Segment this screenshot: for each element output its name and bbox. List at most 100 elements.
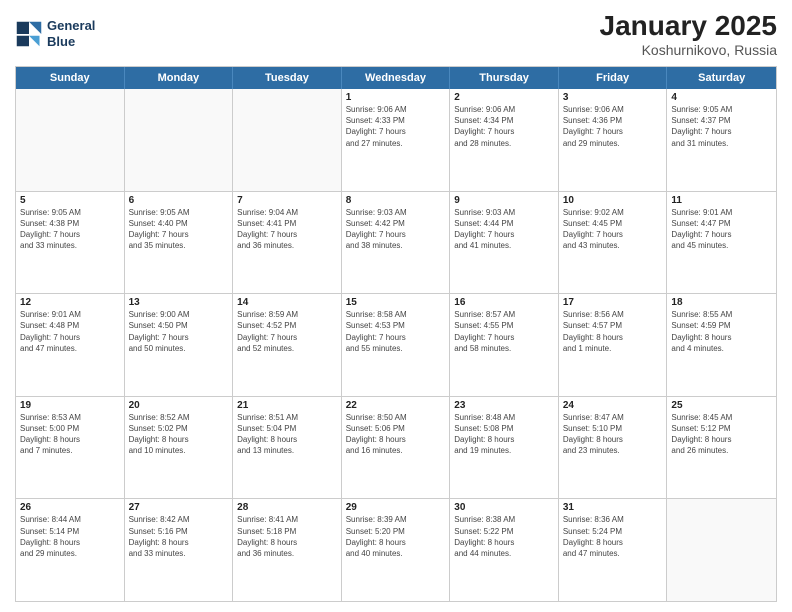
day-info: Sunrise: 8:52 AM Sunset: 5:02 PM Dayligh… bbox=[129, 412, 229, 457]
logo-text: General Blue bbox=[47, 18, 95, 49]
day-number: 28 bbox=[237, 502, 337, 513]
day-info: Sunrise: 9:01 AM Sunset: 4:48 PM Dayligh… bbox=[20, 309, 120, 354]
day-headers: SundayMondayTuesdayWednesdayThursdayFrid… bbox=[16, 67, 776, 89]
logo: General Blue bbox=[15, 18, 95, 49]
day-number: 6 bbox=[129, 195, 229, 206]
day-number: 3 bbox=[563, 92, 663, 103]
day-cell-5-4: 29Sunrise: 8:39 AM Sunset: 5:20 PM Dayli… bbox=[342, 499, 451, 601]
day-number: 7 bbox=[237, 195, 337, 206]
day-cell-4-1: 19Sunrise: 8:53 AM Sunset: 5:00 PM Dayli… bbox=[16, 397, 125, 499]
day-cell-3-2: 13Sunrise: 9:00 AM Sunset: 4:50 PM Dayli… bbox=[125, 294, 234, 396]
day-number: 8 bbox=[346, 195, 446, 206]
day-cell-1-5: 2Sunrise: 9:06 AM Sunset: 4:34 PM Daylig… bbox=[450, 89, 559, 191]
day-cell-5-3: 28Sunrise: 8:41 AM Sunset: 5:18 PM Dayli… bbox=[233, 499, 342, 601]
day-info: Sunrise: 8:47 AM Sunset: 5:10 PM Dayligh… bbox=[563, 412, 663, 457]
day-info: Sunrise: 9:02 AM Sunset: 4:45 PM Dayligh… bbox=[563, 207, 663, 252]
day-cell-4-2: 20Sunrise: 8:52 AM Sunset: 5:02 PM Dayli… bbox=[125, 397, 234, 499]
logo-line2: Blue bbox=[47, 34, 95, 50]
day-info: Sunrise: 8:55 AM Sunset: 4:59 PM Dayligh… bbox=[671, 309, 772, 354]
day-number: 12 bbox=[20, 297, 120, 308]
day-cell-2-3: 7Sunrise: 9:04 AM Sunset: 4:41 PM Daylig… bbox=[233, 192, 342, 294]
day-number: 10 bbox=[563, 195, 663, 206]
day-info: Sunrise: 8:39 AM Sunset: 5:20 PM Dayligh… bbox=[346, 514, 446, 559]
day-cell-4-6: 24Sunrise: 8:47 AM Sunset: 5:10 PM Dayli… bbox=[559, 397, 668, 499]
day-cell-1-6: 3Sunrise: 9:06 AM Sunset: 4:36 PM Daylig… bbox=[559, 89, 668, 191]
day-info: Sunrise: 8:48 AM Sunset: 5:08 PM Dayligh… bbox=[454, 412, 554, 457]
day-info: Sunrise: 8:53 AM Sunset: 5:00 PM Dayligh… bbox=[20, 412, 120, 457]
logo-line1: General bbox=[47, 18, 95, 34]
week-row-4: 19Sunrise: 8:53 AM Sunset: 5:00 PM Dayli… bbox=[16, 397, 776, 500]
day-header-tuesday: Tuesday bbox=[233, 67, 342, 89]
day-header-thursday: Thursday bbox=[450, 67, 559, 89]
day-info: Sunrise: 9:05 AM Sunset: 4:37 PM Dayligh… bbox=[671, 104, 772, 149]
week-row-2: 5Sunrise: 9:05 AM Sunset: 4:38 PM Daylig… bbox=[16, 192, 776, 295]
day-info: Sunrise: 8:58 AM Sunset: 4:53 PM Dayligh… bbox=[346, 309, 446, 354]
page: General Blue January 2025 Koshurnikovo, … bbox=[0, 0, 792, 612]
day-header-sunday: Sunday bbox=[16, 67, 125, 89]
day-info: Sunrise: 8:57 AM Sunset: 4:55 PM Dayligh… bbox=[454, 309, 554, 354]
day-info: Sunrise: 9:04 AM Sunset: 4:41 PM Dayligh… bbox=[237, 207, 337, 252]
day-cell-3-4: 15Sunrise: 8:58 AM Sunset: 4:53 PM Dayli… bbox=[342, 294, 451, 396]
calendar-subtitle: Koshurnikovo, Russia bbox=[600, 42, 777, 58]
day-info: Sunrise: 9:00 AM Sunset: 4:50 PM Dayligh… bbox=[129, 309, 229, 354]
day-number: 26 bbox=[20, 502, 120, 513]
day-info: Sunrise: 8:59 AM Sunset: 4:52 PM Dayligh… bbox=[237, 309, 337, 354]
day-info: Sunrise: 8:45 AM Sunset: 5:12 PM Dayligh… bbox=[671, 412, 772, 457]
day-number: 18 bbox=[671, 297, 772, 308]
day-number: 15 bbox=[346, 297, 446, 308]
calendar-body: 1Sunrise: 9:06 AM Sunset: 4:33 PM Daylig… bbox=[16, 89, 776, 601]
day-info: Sunrise: 9:03 AM Sunset: 4:42 PM Dayligh… bbox=[346, 207, 446, 252]
day-header-wednesday: Wednesday bbox=[342, 67, 451, 89]
week-row-5: 26Sunrise: 8:44 AM Sunset: 5:14 PM Dayli… bbox=[16, 499, 776, 601]
day-cell-4-4: 22Sunrise: 8:50 AM Sunset: 5:06 PM Dayli… bbox=[342, 397, 451, 499]
day-number: 17 bbox=[563, 297, 663, 308]
day-header-saturday: Saturday bbox=[667, 67, 776, 89]
day-cell-4-5: 23Sunrise: 8:48 AM Sunset: 5:08 PM Dayli… bbox=[450, 397, 559, 499]
day-cell-2-5: 9Sunrise: 9:03 AM Sunset: 4:44 PM Daylig… bbox=[450, 192, 559, 294]
day-header-monday: Monday bbox=[125, 67, 234, 89]
day-number: 9 bbox=[454, 195, 554, 206]
day-info: Sunrise: 8:56 AM Sunset: 4:57 PM Dayligh… bbox=[563, 309, 663, 354]
day-info: Sunrise: 8:50 AM Sunset: 5:06 PM Dayligh… bbox=[346, 412, 446, 457]
day-number: 21 bbox=[237, 400, 337, 411]
day-header-friday: Friday bbox=[559, 67, 668, 89]
day-cell-2-6: 10Sunrise: 9:02 AM Sunset: 4:45 PM Dayli… bbox=[559, 192, 668, 294]
day-cell-1-4: 1Sunrise: 9:06 AM Sunset: 4:33 PM Daylig… bbox=[342, 89, 451, 191]
day-cell-3-5: 16Sunrise: 8:57 AM Sunset: 4:55 PM Dayli… bbox=[450, 294, 559, 396]
day-number: 30 bbox=[454, 502, 554, 513]
day-number: 25 bbox=[671, 400, 772, 411]
day-cell-1-2 bbox=[125, 89, 234, 191]
day-number: 1 bbox=[346, 92, 446, 103]
day-cell-1-1 bbox=[16, 89, 125, 191]
day-cell-3-7: 18Sunrise: 8:55 AM Sunset: 4:59 PM Dayli… bbox=[667, 294, 776, 396]
day-info: Sunrise: 8:51 AM Sunset: 5:04 PM Dayligh… bbox=[237, 412, 337, 457]
day-cell-4-7: 25Sunrise: 8:45 AM Sunset: 5:12 PM Dayli… bbox=[667, 397, 776, 499]
day-number: 23 bbox=[454, 400, 554, 411]
day-info: Sunrise: 8:42 AM Sunset: 5:16 PM Dayligh… bbox=[129, 514, 229, 559]
day-cell-2-4: 8Sunrise: 9:03 AM Sunset: 4:42 PM Daylig… bbox=[342, 192, 451, 294]
day-cell-1-7: 4Sunrise: 9:05 AM Sunset: 4:37 PM Daylig… bbox=[667, 89, 776, 191]
day-number: 29 bbox=[346, 502, 446, 513]
day-info: Sunrise: 9:01 AM Sunset: 4:47 PM Dayligh… bbox=[671, 207, 772, 252]
day-cell-2-7: 11Sunrise: 9:01 AM Sunset: 4:47 PM Dayli… bbox=[667, 192, 776, 294]
day-info: Sunrise: 8:38 AM Sunset: 5:22 PM Dayligh… bbox=[454, 514, 554, 559]
day-cell-3-6: 17Sunrise: 8:56 AM Sunset: 4:57 PM Dayli… bbox=[559, 294, 668, 396]
day-number: 2 bbox=[454, 92, 554, 103]
day-number: 16 bbox=[454, 297, 554, 308]
day-info: Sunrise: 8:44 AM Sunset: 5:14 PM Dayligh… bbox=[20, 514, 120, 559]
day-number: 11 bbox=[671, 195, 772, 206]
day-number: 4 bbox=[671, 92, 772, 103]
day-number: 19 bbox=[20, 400, 120, 411]
day-info: Sunrise: 9:06 AM Sunset: 4:34 PM Dayligh… bbox=[454, 104, 554, 149]
day-cell-5-5: 30Sunrise: 8:38 AM Sunset: 5:22 PM Dayli… bbox=[450, 499, 559, 601]
day-cell-1-3 bbox=[233, 89, 342, 191]
day-number: 20 bbox=[129, 400, 229, 411]
title-section: January 2025 Koshurnikovo, Russia bbox=[600, 10, 777, 58]
day-number: 24 bbox=[563, 400, 663, 411]
day-info: Sunrise: 9:06 AM Sunset: 4:36 PM Dayligh… bbox=[563, 104, 663, 149]
week-row-3: 12Sunrise: 9:01 AM Sunset: 4:48 PM Dayli… bbox=[16, 294, 776, 397]
day-number: 22 bbox=[346, 400, 446, 411]
day-number: 31 bbox=[563, 502, 663, 513]
week-row-1: 1Sunrise: 9:06 AM Sunset: 4:33 PM Daylig… bbox=[16, 89, 776, 192]
day-cell-5-1: 26Sunrise: 8:44 AM Sunset: 5:14 PM Dayli… bbox=[16, 499, 125, 601]
